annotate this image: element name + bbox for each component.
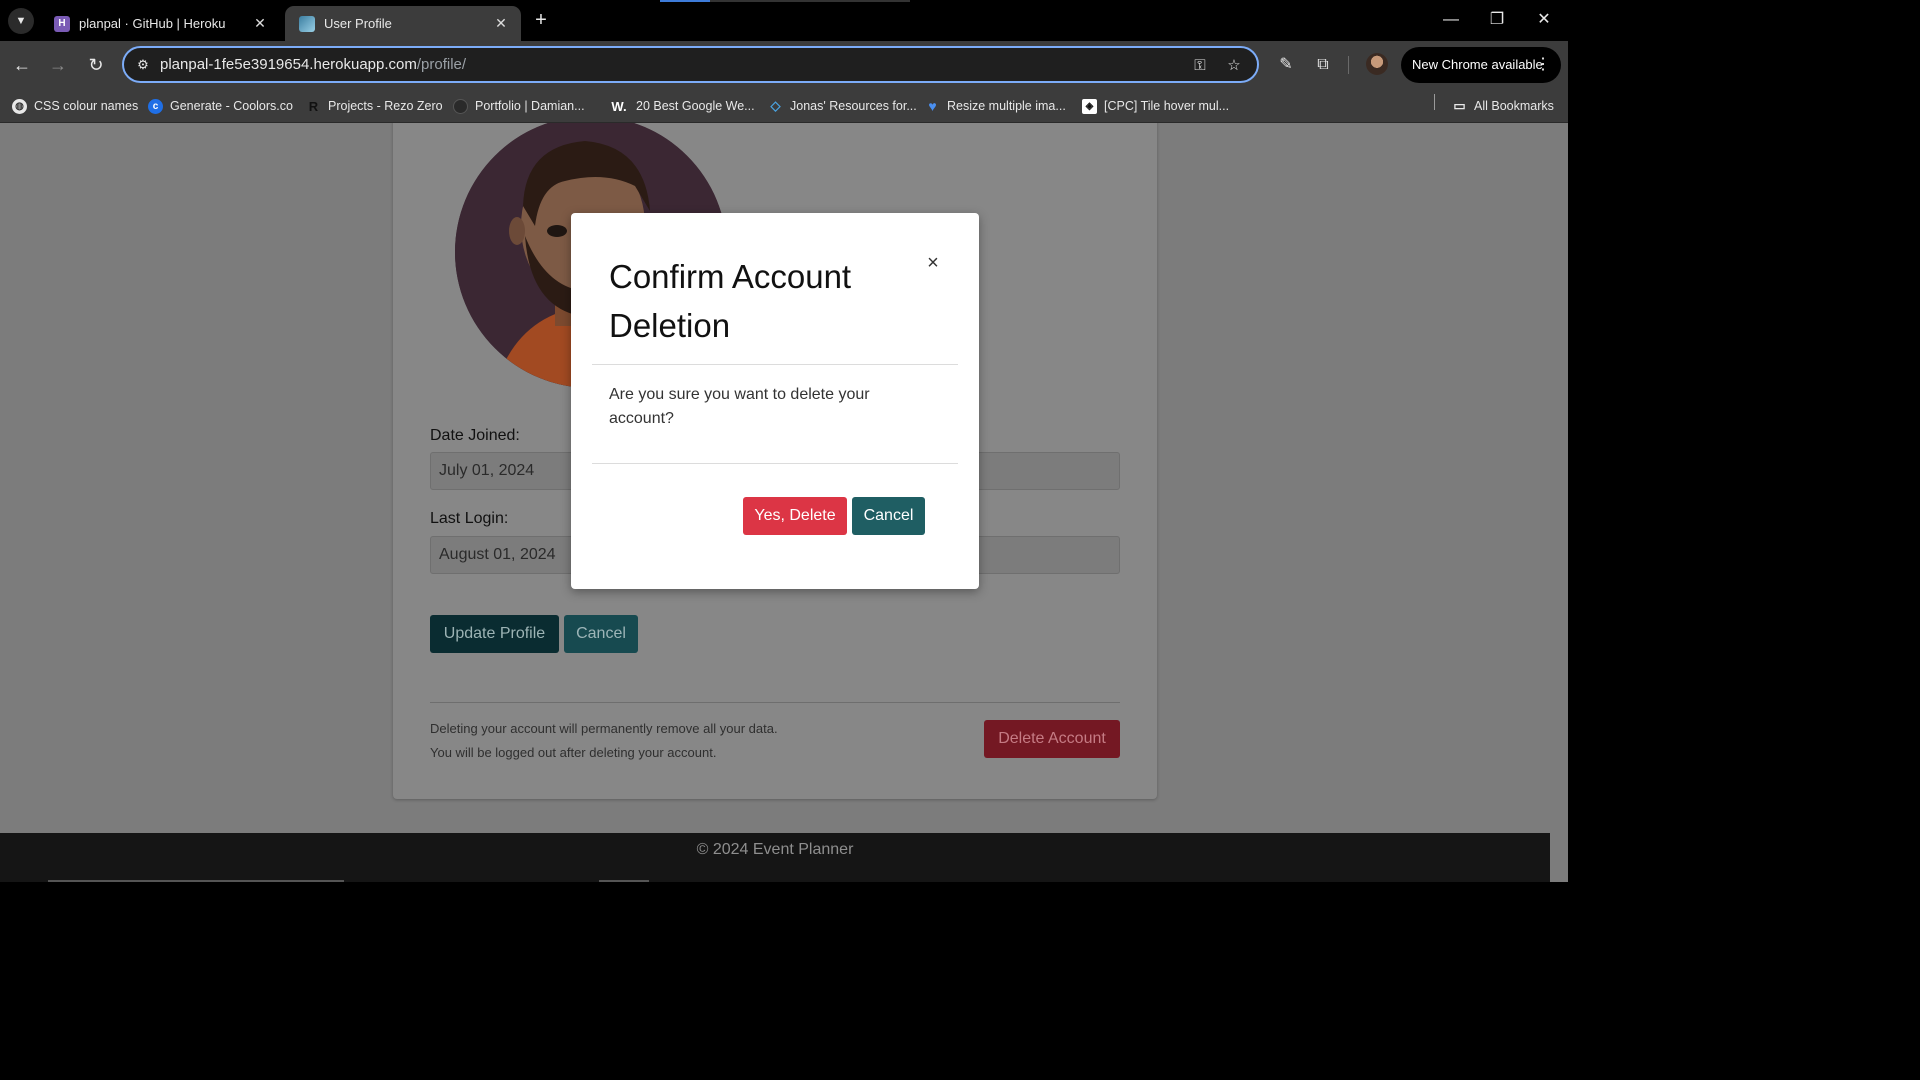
bookmark-star-icon[interactable]: ☆ [1223,55,1245,77]
loading-indicator [660,0,910,2]
modal-body-text: Are you sure you want to delete your acc… [609,386,870,427]
restore-icon[interactable]: ❐ [1483,7,1511,33]
last-login-label: Last Login: [430,510,509,527]
bookmarks-separator [1434,94,1435,110]
bookmark-css-colour-names[interactable]: ◍ CSS colour names [12,95,138,117]
heart-icon: ♥ [928,98,937,114]
tab-search-button[interactable]: ▼ [8,8,34,34]
bookmark-label: Generate - Coolors.co [170,99,293,113]
tab-user-profile[interactable]: User Profile ✕ [285,6,521,41]
modal-header-divider [592,364,958,365]
tab-title: User Profile [324,16,392,31]
tab-strip: ▼ H planpal · GitHub | Heroku ✕ User Pro… [0,0,1568,41]
bookmark-label: Projects - Rezo Zero [328,99,443,113]
url-text[interactable]: planpal-1fe5e3919654.herokuapp.com/profi… [160,56,466,73]
logout-warning-text: You will be logged out after deleting yo… [430,745,717,760]
diamond-icon: ◇ [770,98,781,113]
tab-heroku[interactable]: H planpal · GitHub | Heroku ✕ [40,6,280,41]
tab-title: planpal · GitHub | Heroku [79,16,226,31]
back-arrow-icon[interactable]: ← [8,51,36,79]
url-path: /profile/ [416,56,467,73]
address-bar[interactable]: ⚙ planpal-1fe5e3919654.herokuapp.com/pro… [122,46,1259,83]
url-host: planpal-1fe5e3919654.herokuapp.com [160,56,417,73]
bookmark-cpc-tile[interactable]: ◈ [CPC] Tile hover mul... [1082,95,1229,117]
rezo-r-icon: R [308,98,319,114]
cancel-edit-button[interactable]: Cancel [564,615,638,653]
kebab-menu-icon[interactable]: ⋮ [1535,47,1551,83]
bookmark-jonas-resources[interactable]: ◇ Jonas' Resources for... [768,95,917,117]
modal-footer-divider [592,463,958,464]
portfolio-icon [453,98,468,114]
footer-strip [48,880,344,882]
heroku-favicon-icon: H [54,15,70,32]
footer-strip [599,880,649,882]
bookmarks-bar: ◍ CSS colour names c Generate - Coolors.… [0,89,1568,123]
coolors-icon: c [148,98,163,114]
bookmark-label: Resize multiple ima... [947,99,1066,113]
close-window-icon[interactable]: ✕ [1530,7,1558,33]
all-bookmarks[interactable]: ▭ All Bookmarks [1452,95,1554,117]
delete-warning-text: Deleting your account will permanently r… [430,721,778,736]
bookmark-resize-images[interactable]: ♥ Resize multiple ima... [925,95,1066,117]
profile-favicon-icon [299,15,315,32]
bookmark-label: Portfolio | Damian... [475,99,585,113]
reload-icon[interactable]: ↻ [82,51,110,79]
bookmark-label: Jonas' Resources for... [790,99,917,113]
section-divider [430,702,1120,703]
browser-toolbar: ← → ↻ ⚙ planpal-1fe5e3919654.herokuapp.c… [0,41,1568,89]
close-tab-icon[interactable]: ✕ [248,15,272,32]
codepen-icon: ◈ [1082,98,1097,114]
close-tab-icon[interactable]: ✕ [489,15,513,32]
close-icon[interactable]: × [921,251,945,275]
site-footer: © 2024 Event Planner [0,833,1550,882]
modal-cancel-button[interactable]: Cancel [852,497,925,535]
bookmark-label: [CPC] Tile hover mul... [1104,99,1230,113]
delete-account-button[interactable]: Delete Account [984,720,1120,758]
extensions-puzzle-icon[interactable]: ⧉ [1311,53,1335,77]
confirm-delete-button[interactable]: Yes, Delete [743,497,847,535]
footer-copyright: © 2024 Event Planner [696,841,854,858]
bookmark-google-web[interactable]: W. 20 Best Google We... [609,95,755,117]
date-joined-label: Date Joined: [430,427,520,444]
folder-icon: ▭ [1453,98,1466,113]
bookmark-label: 20 Best Google We... [636,99,755,113]
confirm-delete-modal: Confirm Account Deletion × Are you sure … [571,213,979,589]
page-scrollbar[interactable] [1550,123,1568,882]
globe-icon: ◍ [12,98,27,114]
minimize-icon[interactable]: — [1437,7,1465,33]
eyedropper-icon[interactable]: ✎ [1274,53,1298,77]
new-tab-plus-icon[interactable]: + [530,9,552,31]
profile-avatar[interactable] [1366,53,1388,75]
w-letter-icon: W. [611,98,627,114]
forward-arrow-icon[interactable]: → [44,51,72,79]
bookmark-rezo-zero[interactable]: R Projects - Rezo Zero [306,95,443,117]
chevron-down-icon: ▼ [15,15,27,27]
bookmark-portfolio[interactable]: Portfolio | Damian... [453,95,585,117]
site-settings-icon[interactable]: ⚙ [133,55,153,75]
all-bookmarks-label: All Bookmarks [1474,99,1554,113]
password-key-icon[interactable]: ⚿ [1189,55,1211,77]
modal-title: Confirm Account Deletion [609,258,852,344]
bookmark-label: CSS colour names [34,99,139,113]
update-label: New Chrome available [1412,57,1543,72]
bookmark-coolors[interactable]: c Generate - Coolors.co [148,95,293,117]
chrome-update-button[interactable]: New Chrome available ⋮ [1401,47,1561,83]
toolbar-separator [1348,56,1349,74]
update-profile-button[interactable]: Update Profile [430,615,559,653]
